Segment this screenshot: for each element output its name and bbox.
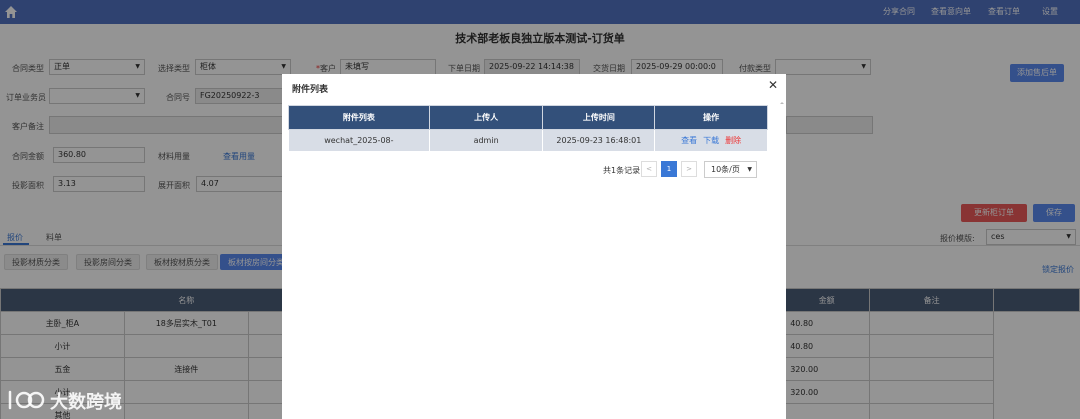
attachment-uploader: admin bbox=[428, 129, 544, 152]
pagination-next-button[interactable]: > bbox=[681, 161, 697, 177]
modal-title: 附件列表 bbox=[292, 85, 329, 95]
attachment-row: wechat_2025-08- admin 2025-09-23 16:48:0… bbox=[288, 129, 768, 152]
page-size-select[interactable]: 10条/页 ▼ bbox=[704, 161, 757, 178]
attachment-header-row: 附件列表 上传人 上传时间 操作 bbox=[288, 105, 768, 130]
col-file-header: 附件列表 bbox=[288, 105, 430, 130]
download-attachment-button[interactable]: 下载 bbox=[703, 136, 719, 145]
attachment-table: 附件列表 上传人 上传时间 操作 wechat_2025-08- admin 2… bbox=[288, 105, 768, 152]
col-time-header: 上传时间 bbox=[542, 105, 656, 130]
pagination-page-1[interactable]: 1 bbox=[661, 161, 677, 177]
watermark-logo-icon bbox=[8, 390, 45, 410]
delete-attachment-button[interactable]: 删除 bbox=[725, 136, 741, 145]
scrollbar-arrow[interactable] bbox=[780, 100, 784, 110]
attachment-actions: 查看 下载 删除 bbox=[654, 129, 768, 152]
col-uploader-header: 上传人 bbox=[428, 105, 544, 130]
pagination-total: 共1条记录 bbox=[603, 166, 641, 175]
close-icon[interactable]: ✕ bbox=[768, 78, 778, 92]
attachment-file-name: wechat_2025-08- bbox=[288, 129, 430, 152]
pagination-prev-button[interactable]: < bbox=[641, 161, 657, 177]
attachment-modal: 附件列表 ✕ 附件列表 上传人 上传时间 操作 wechat_2025-08- … bbox=[282, 74, 786, 419]
view-attachment-button[interactable]: 查看 bbox=[681, 136, 697, 145]
attachment-upload-time: 2025-09-23 16:48:01 bbox=[542, 129, 656, 152]
watermark-text: 大数跨境 bbox=[50, 392, 122, 413]
chevron-down-icon: ▼ bbox=[747, 166, 752, 173]
col-action-header: 操作 bbox=[654, 105, 768, 130]
